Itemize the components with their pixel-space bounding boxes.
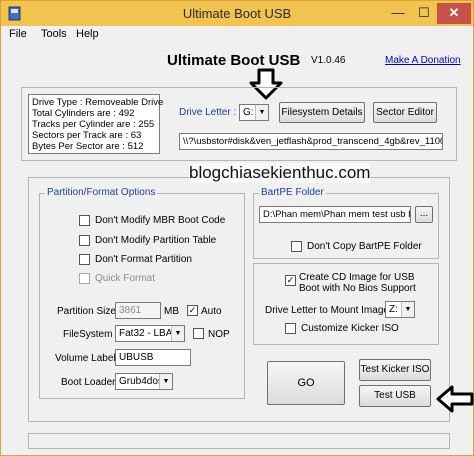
dont-modify-partition-table-label: Don't Modify Partition Table — [95, 235, 217, 246]
dont-modify-mbr-label: Don't Modify MBR Boot Code — [95, 215, 226, 226]
dont-format-partition-checkbox[interactable] — [79, 254, 90, 265]
dont-modify-partition-table-checkbox[interactable] — [79, 235, 90, 246]
status-strip — [28, 433, 450, 449]
bartpe-path-input[interactable]: D:\Phan mem\Phan mem test usb boc — [259, 206, 411, 223]
auto-size-checkbox[interactable]: ✓ — [187, 305, 198, 316]
chevron-down-icon: ▼ — [171, 326, 184, 341]
partition-size-unit: MB — [164, 306, 179, 317]
dont-modify-mbr-checkbox[interactable] — [79, 215, 90, 226]
nop-label: NOP — [208, 329, 230, 340]
boot-loader-select[interactable]: Grub4dos ▼ — [115, 373, 173, 390]
close-button[interactable]: ✕ — [437, 3, 471, 24]
volume-label-input[interactable]: UBUSB — [115, 349, 191, 366]
filesystem-details-button[interactable]: Filesystem Details — [279, 102, 365, 123]
mount-drive-label: Drive Letter to Mount Image — [265, 305, 389, 316]
menu-help[interactable]: Help — [76, 28, 99, 40]
menu-file[interactable]: File — [9, 28, 27, 40]
filesystem-value: Fat32 - LBA — [119, 328, 173, 339]
drive-info-line: Bytes Per Sector are : 512 — [32, 141, 144, 152]
go-button[interactable]: GO — [267, 361, 345, 405]
dont-format-partition-label: Don't Format Partition — [95, 254, 192, 265]
app-heading: Ultimate Boot USB — [167, 52, 301, 69]
partition-options-legend: Partition/Format Options — [45, 187, 158, 198]
volume-label-label: Volume Label — [55, 353, 116, 364]
partition-size-label: Partition Size — [57, 306, 116, 317]
browse-bartpe-button[interactable]: ... — [415, 206, 433, 223]
title-bar[interactable]: Ultimate Boot USB — ☐ ✕ — [1, 1, 473, 26]
create-cd-image-label: Create CD Image for USB — [299, 272, 415, 283]
sector-editor-button[interactable]: Sector Editor — [373, 102, 437, 123]
quick-format-label: Quick Format — [95, 273, 156, 284]
mount-drive-value: Z: — [389, 304, 398, 315]
chevron-down-icon: ▼ — [159, 374, 172, 389]
dont-copy-bartpe-checkbox[interactable] — [291, 241, 302, 252]
drive-letter-label: Drive Letter : — [179, 107, 237, 118]
version-label: V1.0.46 — [311, 55, 346, 66]
drive-info-line: Total Cylinders are : 492 — [32, 108, 135, 119]
maximize-button[interactable]: ☐ — [411, 3, 437, 24]
mount-drive-select[interactable]: Z: ▼ — [385, 301, 415, 318]
device-path-field[interactable]: \\?\usbstor#disk&ven_jetflash&prod_trans… — [179, 133, 443, 150]
dont-copy-bartpe-label: Don't Copy BartPE Folder — [307, 241, 422, 252]
drive-letter-select[interactable]: G: ▼ — [239, 104, 269, 121]
chevron-down-icon: ▼ — [401, 302, 414, 317]
test-usb-button[interactable]: Test USB — [359, 385, 431, 407]
drive-info-line: Sectors per Track are : 63 — [32, 130, 142, 141]
create-cd-image-label-line2: Boot with No Bios Support — [299, 283, 416, 294]
menu-tools[interactable]: Tools — [41, 28, 67, 40]
donate-link[interactable]: Make A Donation — [385, 55, 461, 66]
quick-format-checkbox — [79, 273, 90, 284]
filesystem-label: FileSystem — [63, 329, 113, 340]
filesystem-select[interactable]: Fat32 - LBA ▼ — [115, 325, 185, 342]
drive-letter-value: G: — [243, 107, 254, 118]
partition-size-input: 3861 — [115, 302, 161, 319]
customize-kicker-checkbox[interactable] — [285, 323, 296, 334]
boot-loader-value: Grub4dos — [119, 376, 163, 387]
arrow-left-annotation-icon — [436, 385, 474, 413]
auto-size-label: Auto — [201, 306, 222, 317]
drive-info-line: Drive Type : Removeable Drive — [32, 97, 164, 108]
test-kicker-iso-button[interactable]: Test Kicker ISO — [359, 359, 431, 381]
drive-info-box: Drive Type : Removeable Drive Total Cyli… — [28, 94, 164, 154]
boot-loader-label: Boot Loader — [61, 377, 116, 388]
watermark-text: blogchiasekienthuc.com — [189, 163, 371, 183]
customize-kicker-label: Customize Kicker ISO — [301, 323, 399, 334]
bartpe-legend: BartPE Folder — [259, 187, 326, 198]
drive-info-line: Tracks per Cylinder are : 255 — [32, 119, 155, 130]
chevron-down-icon: ▼ — [255, 105, 268, 120]
menu-bar: File Tools Help — [1, 26, 473, 44]
create-cd-image-checkbox[interactable]: ✓ — [285, 275, 296, 286]
minimize-button[interactable]: — — [385, 3, 411, 24]
nop-checkbox[interactable] — [193, 328, 204, 339]
main-window: Ultimate Boot USB — ☐ ✕ File Tools Help … — [0, 0, 474, 456]
